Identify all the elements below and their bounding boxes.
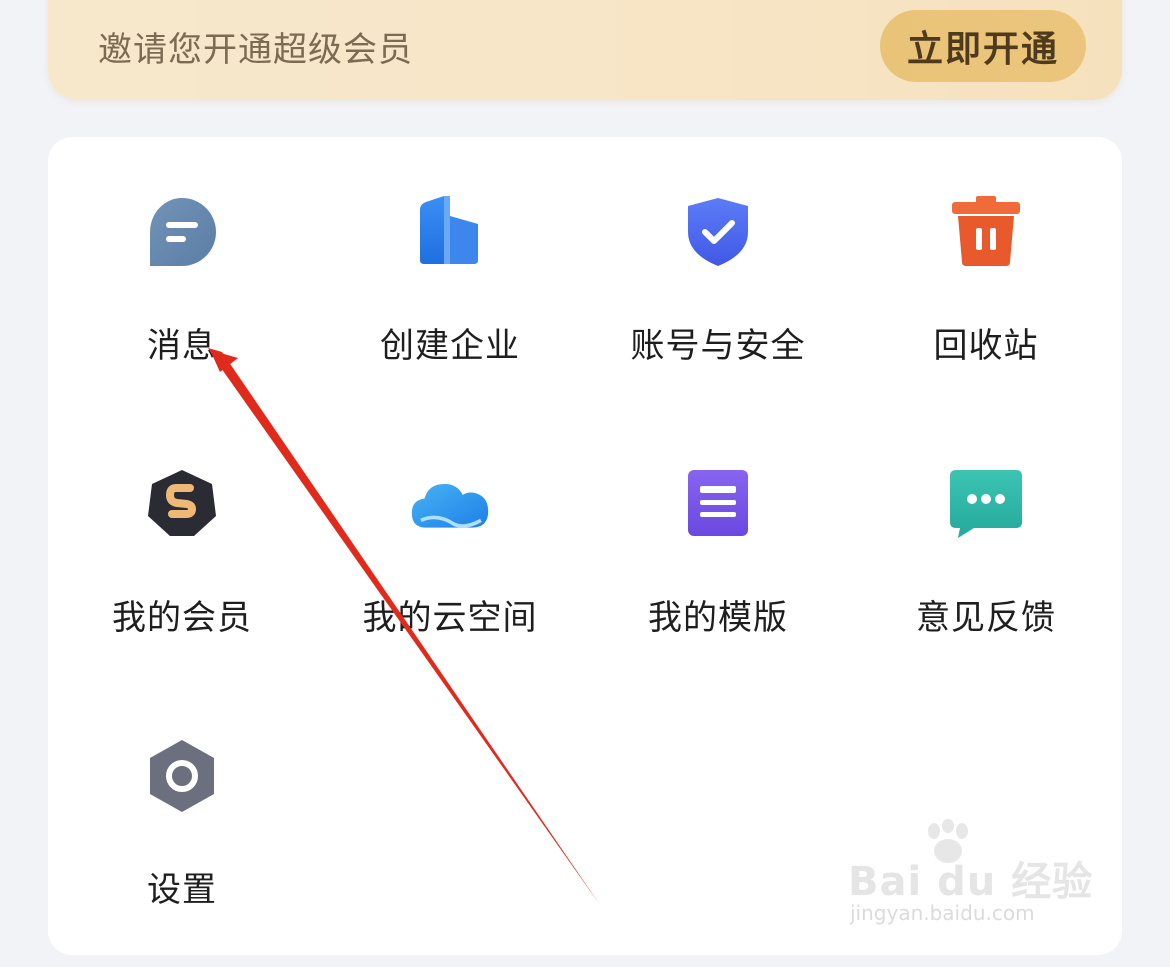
vip-banner-text: 邀请您开通超级会员: [98, 30, 413, 70]
cloud-icon: [410, 465, 490, 542]
feedback-icon: [946, 465, 1026, 542]
menu-item-label: 回收站: [933, 326, 1039, 366]
menu-item-create-enterprise[interactable]: 创建企业: [316, 137, 584, 367]
menu-item-feedback[interactable]: 意见反馈: [852, 409, 1120, 639]
menu-item-label: 我的会员: [112, 598, 252, 638]
menu-item-label: 设置: [147, 870, 217, 910]
page: 邀请您开通超级会员 立即开通 消息 创建企业 账号与安全 回收站 我的会员 我的…: [0, 0, 1170, 967]
trash-icon: [946, 193, 1026, 270]
shield-check-icon: [678, 193, 758, 270]
menu-item-label: 创建企业: [380, 326, 520, 366]
message-icon: [142, 193, 222, 270]
menu-item-label: 我的模版: [648, 598, 788, 638]
menu-item-recycle-bin[interactable]: 回收站: [852, 137, 1120, 367]
menu-item-my-vip[interactable]: 我的会员: [48, 409, 316, 639]
building-icon: [410, 193, 490, 270]
baidu-jingyan-watermark: Bai du 经验 jingyan.baidu.com: [848, 819, 1092, 929]
menu-item-my-templates[interactable]: 我的模版: [584, 409, 852, 639]
template-icon: [678, 465, 758, 542]
menu-item-account-security[interactable]: 账号与安全: [584, 137, 852, 367]
settings-icon: [142, 737, 222, 814]
menu-item-label: 消息: [147, 326, 217, 366]
menu-item-label: 我的云空间: [362, 598, 538, 638]
menu-item-label: 账号与安全: [630, 326, 806, 366]
menu-item-settings[interactable]: 设置: [48, 681, 316, 911]
menu-item-messages[interactable]: 消息: [48, 137, 316, 367]
watermark-url: jingyan.baidu.com: [850, 901, 1035, 925]
menu-card: 消息 创建企业 账号与安全 回收站 我的会员 我的云空间 我的模版 意见反馈 设…: [48, 137, 1122, 955]
vip-banner[interactable]: 邀请您开通超级会员 立即开通: [48, 0, 1122, 100]
menu-item-label: 意见反馈: [916, 598, 1056, 638]
menu-item-my-cloud[interactable]: 我的云空间: [316, 409, 584, 639]
watermark-text: Bai du 经验: [848, 859, 1094, 905]
vip-badge-icon: [142, 465, 222, 542]
activate-vip-button[interactable]: 立即开通: [880, 10, 1086, 82]
